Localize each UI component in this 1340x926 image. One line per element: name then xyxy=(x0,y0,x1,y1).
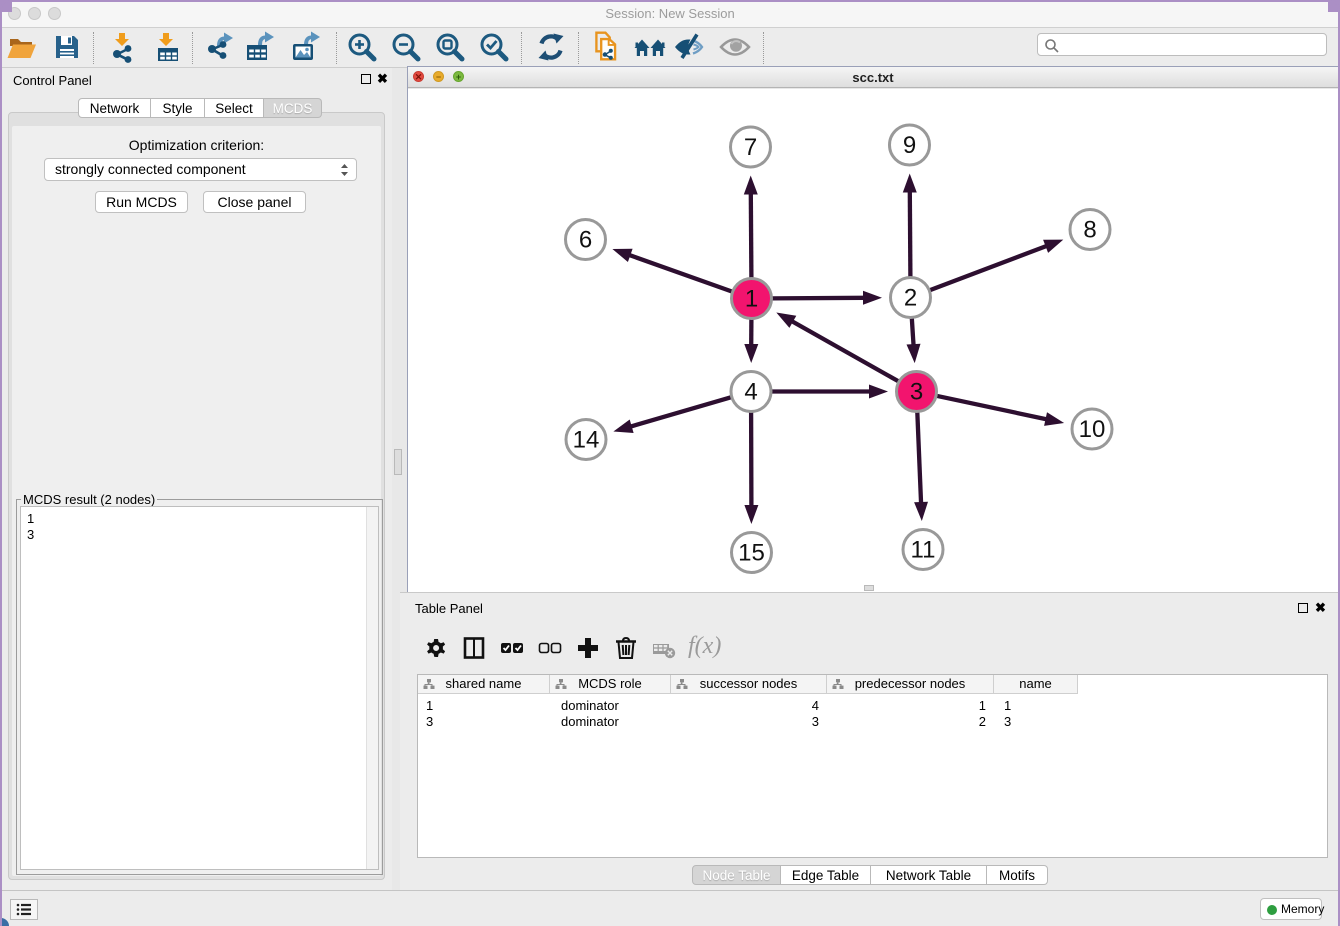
svg-text:6: 6 xyxy=(579,227,592,254)
svg-text:10: 10 xyxy=(1079,416,1106,443)
svg-text:7: 7 xyxy=(744,134,757,161)
svg-text:4: 4 xyxy=(744,379,757,406)
svg-text:8: 8 xyxy=(1083,217,1096,244)
svg-text:15: 15 xyxy=(738,540,765,567)
svg-text:2: 2 xyxy=(904,285,917,312)
svg-text:1: 1 xyxy=(745,286,758,313)
svg-text:11: 11 xyxy=(911,537,936,564)
svg-text:3: 3 xyxy=(910,379,923,406)
svg-text:9: 9 xyxy=(903,132,916,159)
svg-text:14: 14 xyxy=(573,427,600,454)
